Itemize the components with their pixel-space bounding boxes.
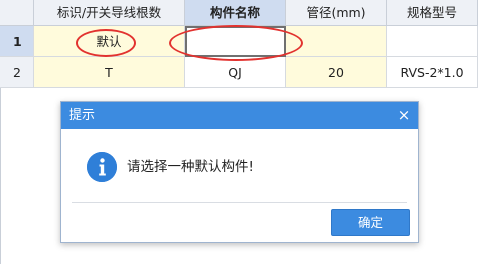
cell-row2-id[interactable]: T (34, 57, 185, 88)
column-header-component-name[interactable]: 构件名称 (185, 0, 286, 26)
cell-row1-spec[interactable] (387, 26, 478, 57)
cell-row1-diameter[interactable] (286, 26, 387, 57)
close-icon[interactable]: × (396, 102, 412, 129)
cell-row2-component-name[interactable]: QJ (185, 57, 286, 88)
ok-button[interactable]: 确定 (331, 209, 410, 236)
cell-row2-diameter[interactable]: 20 (286, 57, 387, 88)
row-header-2[interactable]: 2 (0, 57, 34, 88)
corner-header (0, 0, 34, 26)
cell-row2-spec[interactable]: RVS-2*1.0 (387, 57, 478, 88)
cell-row1-component-name[interactable] (185, 26, 286, 57)
column-header-id[interactable]: 标识/开关导线根数 (34, 0, 185, 26)
info-icon (87, 152, 117, 182)
cell-row1-id[interactable]: 默认 (34, 26, 185, 57)
dialog-title-bar[interactable]: 提示 × (61, 102, 418, 129)
row-header-1[interactable]: 1 (0, 26, 34, 57)
column-header-diameter[interactable]: 管径(mm) (286, 0, 387, 26)
dialog-message: 请选择一种默认构件! (127, 159, 254, 175)
column-header-spec[interactable]: 规格型号 (387, 0, 478, 26)
dialog-title: 提示 (69, 108, 96, 123)
prompt-dialog: 提示 × 请选择一种默认构件! 确定 (60, 101, 419, 243)
dialog-divider (72, 202, 407, 203)
